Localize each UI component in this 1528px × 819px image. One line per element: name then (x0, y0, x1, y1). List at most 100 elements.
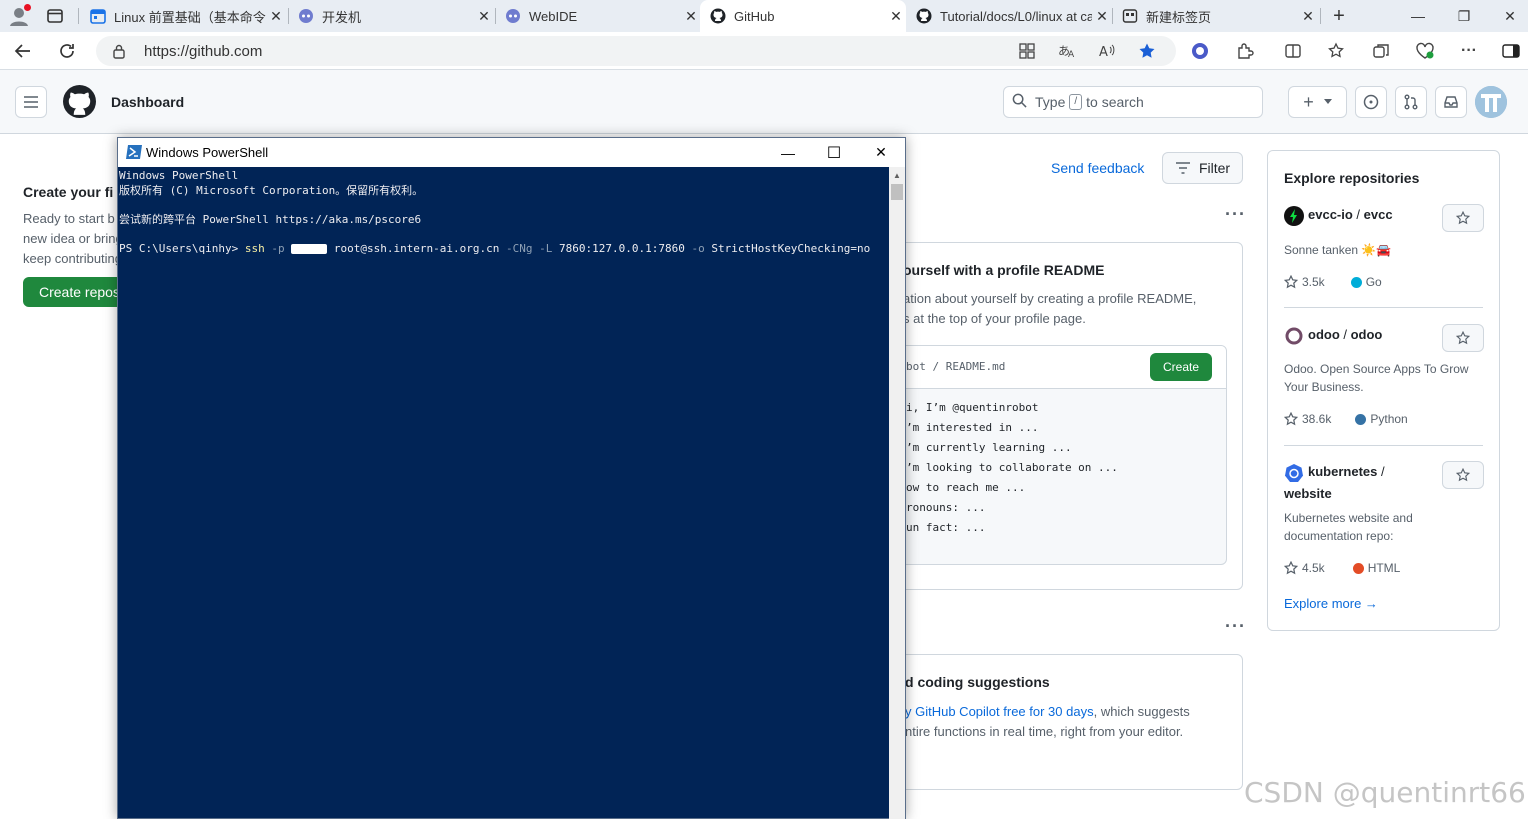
powershell-window[interactable]: Windows PowerShell — ☐ ✕ Windows PowerSh… (117, 137, 906, 819)
avatar[interactable] (1475, 86, 1507, 118)
lock-icon[interactable] (112, 43, 126, 64)
extension-icon[interactable] (1189, 40, 1211, 62)
create-repository-button[interactable]: Create repos (23, 277, 123, 307)
translate-icon[interactable]: あA (1056, 40, 1078, 62)
more-options-icon[interactable]: ··· (1458, 40, 1480, 62)
powershell-title-bar[interactable]: Windows PowerShell — ☐ ✕ (118, 138, 905, 167)
repo-meta: 3.5k Go (1284, 275, 1382, 289)
issues-button[interactable] (1355, 86, 1387, 118)
tab-title: Tutorial/docs/L0/linux at ca (940, 8, 1092, 24)
github-icon (916, 8, 932, 24)
new-tab-button[interactable]: + (1316, 0, 1362, 32)
profile-readme-card: ourself with a profile README ation abou… (890, 242, 1243, 590)
explore-more-link[interactable]: Explore more → (1284, 596, 1378, 611)
tab-linux-basics[interactable]: Linux 前置基础（基本命令 ✕ (80, 0, 286, 32)
search-input[interactable]: Type / to search (1003, 86, 1263, 118)
star-icon (1456, 331, 1470, 345)
inbox-icon (1444, 96, 1458, 108)
repo-stars[interactable]: 4.5k (1302, 561, 1325, 575)
address-bar[interactable]: https://github.com (96, 36, 1176, 66)
tab-separator (78, 8, 79, 24)
hamburger-menu-button[interactable] (15, 86, 47, 118)
github-logo-icon[interactable] (63, 85, 96, 123)
more-options-icon[interactable]: ··· (1225, 204, 1246, 225)
close-icon[interactable]: ✕ (474, 8, 494, 25)
powershell-console[interactable]: Windows PowerShell 版权所有 (C) Microsoft Cor… (118, 167, 888, 819)
repo-stars[interactable]: 38.6k (1302, 412, 1331, 426)
window-maximize-button[interactable]: ❐ (1441, 0, 1487, 32)
tab-webide[interactable]: WebIDE ✕ (495, 0, 701, 32)
language-color-dot (1350, 276, 1362, 288)
refresh-button[interactable] (54, 38, 80, 64)
tab-actions-icon[interactable] (46, 7, 64, 30)
send-feedback-link[interactable]: Send feedback (1051, 160, 1144, 176)
repo-stars[interactable]: 3.5k (1302, 275, 1325, 289)
close-icon[interactable]: ✕ (1298, 8, 1318, 25)
star-button[interactable] (1442, 204, 1484, 232)
back-button[interactable] (10, 38, 36, 64)
close-icon[interactable]: ✕ (886, 8, 906, 25)
tab-title: WebIDE (529, 8, 578, 24)
sidebar-toggle-icon[interactable] (1500, 40, 1522, 62)
pull-requests-button[interactable] (1395, 86, 1427, 118)
powershell-scrollbar[interactable]: ▲ (889, 167, 905, 819)
scroll-up-icon[interactable]: ▲ (889, 167, 905, 183)
console-param: -p (264, 241, 292, 255)
star-icon (1284, 275, 1298, 289)
collections-icon[interactable] (1370, 40, 1392, 62)
star-icon (1456, 468, 1470, 482)
create-new-button[interactable]: + (1288, 86, 1347, 118)
card-description: y GitHub Copilot free for 30 days, which… (905, 702, 1190, 742)
scrollbar-thumb[interactable] (891, 184, 903, 200)
divider (1284, 445, 1483, 446)
favorites-icon[interactable] (1326, 40, 1348, 62)
close-icon[interactable]: ✕ (681, 8, 701, 25)
filter-button[interactable]: Filter (1162, 152, 1243, 184)
powershell-maximize-button[interactable]: ☐ (811, 138, 857, 167)
apps-grid-icon[interactable] (1016, 40, 1038, 62)
repo-link[interactable]: evcc-io / evcc (1284, 204, 1393, 226)
url-text[interactable]: https://github.com (144, 43, 262, 60)
tab-github[interactable]: GitHub ✕ (700, 0, 906, 32)
browser-essentials-icon[interactable] (1414, 40, 1436, 62)
powershell-title: Windows PowerShell (146, 145, 269, 160)
text-line: ation about yourself by creating a profi… (903, 291, 1197, 306)
repo-link[interactable]: kubernetes / website (1284, 461, 1385, 504)
window-close-button[interactable]: ✕ (1487, 0, 1528, 32)
repo-language: Go (1365, 275, 1382, 289)
tab-new-tab[interactable]: 新建标签页 ✕ (1112, 0, 1318, 32)
readme-line: ’m looking to collaborate on ... (906, 461, 1118, 474)
close-icon[interactable]: ✕ (1092, 8, 1112, 25)
evcc-logo-icon (1284, 205, 1304, 226)
repo-separator: / (1339, 327, 1351, 342)
powershell-close-button[interactable]: ✕ (858, 138, 904, 167)
favorite-star-icon[interactable] (1136, 40, 1158, 62)
inbox-button[interactable] (1435, 86, 1467, 118)
repo-meta: 4.5k HTML (1284, 561, 1400, 575)
watermark: CSDN @quentinrt665 (1244, 776, 1528, 809)
pull-request-icon (1404, 94, 1418, 110)
console-line: Windows PowerShell (119, 169, 239, 182)
star-button[interactable] (1442, 461, 1484, 489)
tab-tutorial-docs[interactable]: Tutorial/docs/L0/linux at ca ✕ (906, 0, 1112, 32)
star-button[interactable] (1442, 324, 1484, 352)
puzzle-extensions-icon[interactable] (1234, 40, 1256, 62)
copilot-trial-link[interactable]: y GitHub Copilot free for 30 days (905, 704, 1094, 719)
more-options-icon[interactable]: ··· (1225, 616, 1246, 637)
card-heading: d coding suggestions (905, 674, 1050, 690)
console-command: ssh (244, 241, 265, 255)
read-aloud-icon[interactable]: A (1096, 40, 1118, 62)
console-line: 尝试新的跨平台 PowerShell https://aka.ms/pscore… (119, 212, 422, 226)
tab-title: Linux 前置基础（基本命令 (114, 9, 266, 25)
powershell-minimize-button[interactable]: — (765, 138, 811, 167)
window-minimize-button[interactable]: — (1395, 0, 1441, 32)
create-readme-button[interactable]: Create (1150, 353, 1212, 381)
repo-card: evcc-io / evcc Sonne tanken ☀️🚘 3.5k Go (1284, 204, 1484, 294)
repo-link[interactable]: odoo / odoo (1284, 324, 1382, 346)
close-icon[interactable]: ✕ (266, 8, 286, 25)
split-screen-icon[interactable] (1282, 40, 1304, 62)
powershell-icon (126, 145, 142, 164)
search-placeholder-post: to search (1086, 94, 1144, 110)
tab-dev-machine[interactable]: 开发机 ✕ (288, 0, 494, 32)
page-title[interactable]: Dashboard (111, 94, 184, 110)
